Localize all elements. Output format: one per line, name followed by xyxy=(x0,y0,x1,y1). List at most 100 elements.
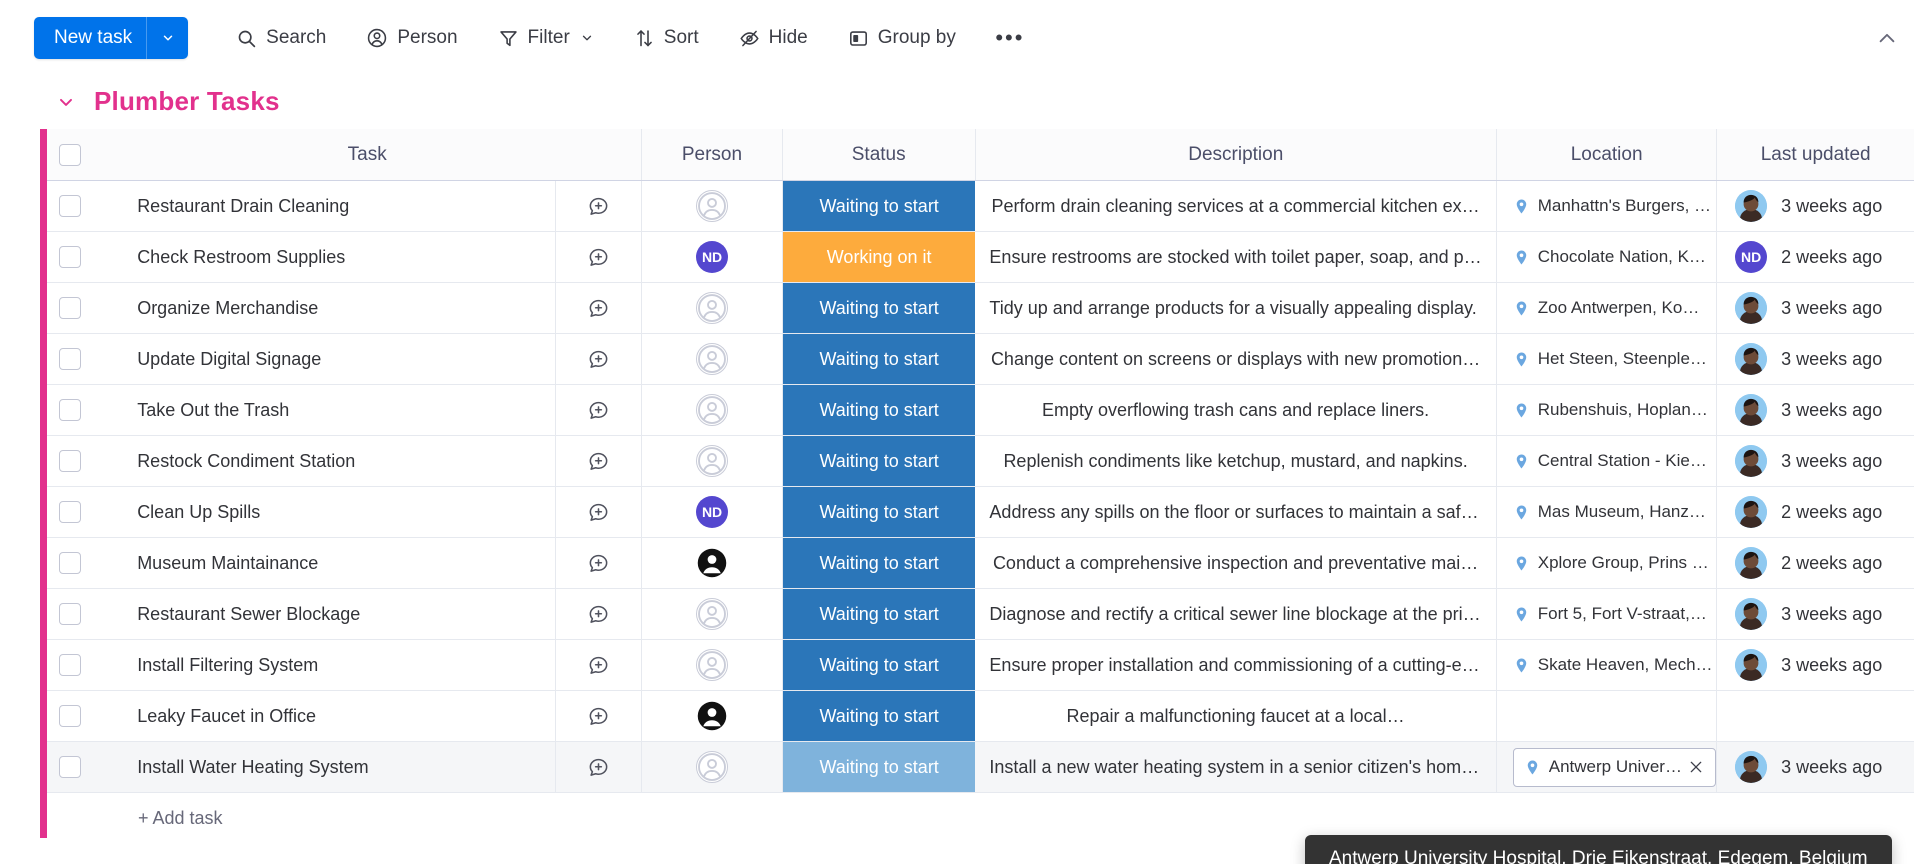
row-checkbox[interactable] xyxy=(59,246,82,268)
description-cell[interactable]: Empty overflowing trash cans and replace… xyxy=(975,385,1497,435)
status-value[interactable]: Working on it xyxy=(782,232,976,282)
person-button[interactable]: Person xyxy=(354,18,469,58)
status-cell[interactable]: Waiting to start xyxy=(782,691,976,741)
status-cell[interactable]: Waiting to start xyxy=(782,640,976,690)
table-row[interactable]: Leaky Faucet in Office Waiting to start Re… xyxy=(47,691,1914,742)
avatar[interactable] xyxy=(696,394,729,426)
description-cell[interactable]: Diagnose and rectify a critical sewer li… xyxy=(975,589,1497,639)
description-cell[interactable]: Ensure restrooms are stocked with toilet… xyxy=(975,232,1497,282)
table-row[interactable]: Update Digital Signage Waiting to start Ch… xyxy=(47,334,1914,385)
avatar[interactable] xyxy=(1735,292,1768,324)
search-button[interactable]: Search xyxy=(224,18,338,58)
location-cell[interactable]: Antwerp University xyxy=(1497,742,1718,792)
location-value-wrapper[interactable]: Xplore Group, Prins … xyxy=(1513,553,1716,573)
status-cell[interactable]: Working on it xyxy=(782,232,976,282)
status-cell[interactable]: Waiting to start xyxy=(782,487,976,537)
add-update-cell[interactable] xyxy=(556,487,643,537)
avatar[interactable] xyxy=(1735,547,1768,579)
add-update-cell[interactable] xyxy=(556,742,643,792)
location-cell[interactable]: Chocolate Nation, K… xyxy=(1497,232,1718,282)
new-task-button[interactable]: New task xyxy=(34,17,189,59)
location-cell[interactable]: Het Steen, Steenple… xyxy=(1497,334,1718,384)
add-update-cell[interactable] xyxy=(556,283,643,333)
task-name-cell[interactable]: Restaurant Sewer Blockage xyxy=(93,589,556,639)
table-row[interactable]: Organize Merchandise Waiting to start Tidy… xyxy=(47,283,1914,334)
row-checkbox[interactable] xyxy=(59,552,82,574)
description-cell[interactable]: Tidy up and arrange products for a visua… xyxy=(975,283,1497,333)
status-value[interactable]: Waiting to start xyxy=(782,487,976,537)
row-checkbox[interactable] xyxy=(59,297,82,319)
status-cell[interactable]: Waiting to start xyxy=(782,538,976,588)
row-checkbox[interactable] xyxy=(59,195,82,217)
avatar[interactable] xyxy=(696,649,729,681)
add-update-cell[interactable] xyxy=(556,334,643,384)
person-cell[interactable] xyxy=(642,334,783,384)
status-cell[interactable]: Waiting to start xyxy=(782,181,976,231)
avatar[interactable] xyxy=(1735,649,1768,681)
table-row[interactable]: Take Out the Trash Waiting to start Empty … xyxy=(47,385,1914,436)
column-header-description[interactable]: Description xyxy=(975,129,1497,180)
status-cell[interactable]: Waiting to start xyxy=(782,385,976,435)
chevron-down-icon[interactable] xyxy=(580,31,594,45)
description-cell[interactable]: Address any spills on the floor or surfa… xyxy=(975,487,1497,537)
row-checkbox[interactable] xyxy=(59,501,82,523)
task-name-cell[interactable]: Install Filtering System xyxy=(93,640,556,690)
description-cell[interactable]: Conduct a comprehensive inspection and p… xyxy=(975,538,1497,588)
location-cell[interactable]: Zoo Antwerpen, Ko… xyxy=(1497,283,1718,333)
row-checkbox[interactable] xyxy=(59,603,82,625)
add-task-label[interactable]: + Add task xyxy=(94,808,223,829)
location-cell[interactable]: Mas Museum, Hanz… xyxy=(1497,487,1718,537)
status-value[interactable]: Waiting to start xyxy=(782,691,976,741)
filter-button[interactable]: Filter xyxy=(486,18,606,58)
task-name-cell[interactable]: Restaurant Drain Cleaning xyxy=(93,181,556,231)
table-row[interactable]: Restaurant Drain Cleaning Waiting to star… xyxy=(47,181,1914,232)
avatar[interactable] xyxy=(696,292,729,324)
table-row[interactable]: Install Water Heating System Waiting to s… xyxy=(47,742,1914,793)
description-cell[interactable]: Repair a malfunctioning faucet at a loca… xyxy=(975,691,1497,741)
avatar[interactable] xyxy=(696,598,729,630)
task-name-cell[interactable]: Restock Condiment Station xyxy=(93,436,556,486)
location-cell[interactable]: Xplore Group, Prins … xyxy=(1497,538,1718,588)
location-value-wrapper[interactable]: Central Station - Kie… xyxy=(1513,451,1716,471)
task-name-cell[interactable]: Organize Merchandise xyxy=(93,283,556,333)
location-value-wrapper[interactable]: Fort 5, Fort V-straat,… xyxy=(1513,604,1716,624)
status-cell[interactable]: Waiting to start xyxy=(782,589,976,639)
task-name-cell[interactable]: Clean Up Spills xyxy=(93,487,556,537)
avatar[interactable] xyxy=(1735,496,1768,528)
person-cell[interactable] xyxy=(642,436,783,486)
table-row[interactable]: Install Filtering System Waiting to start… xyxy=(47,640,1914,691)
description-cell[interactable]: Install a new water heating system in a … xyxy=(975,742,1497,792)
status-value[interactable]: Waiting to start xyxy=(782,283,976,333)
location-cell[interactable] xyxy=(1497,691,1718,741)
status-cell[interactable]: Waiting to start xyxy=(782,436,976,486)
column-header-last-updated[interactable]: Last updated xyxy=(1717,129,1914,180)
avatar[interactable] xyxy=(1735,394,1768,426)
person-cell[interactable]: ND xyxy=(642,232,783,282)
status-value[interactable]: Waiting to start xyxy=(782,436,976,486)
avatar[interactable] xyxy=(696,445,729,477)
row-checkbox[interactable] xyxy=(59,348,82,370)
row-checkbox[interactable] xyxy=(59,705,82,727)
location-value-wrapper[interactable]: Het Steen, Steenple… xyxy=(1513,349,1716,369)
avatar[interactable] xyxy=(1735,343,1768,375)
task-name-cell[interactable]: Leaky Faucet in Office xyxy=(93,691,556,741)
task-name-cell[interactable]: Update Digital Signage xyxy=(93,334,556,384)
table-row[interactable]: Restaurant Sewer Blockage Waiting to star… xyxy=(47,589,1914,640)
add-update-cell[interactable] xyxy=(556,436,643,486)
person-cell[interactable] xyxy=(642,742,783,792)
column-header-status[interactable]: Status xyxy=(782,129,976,180)
avatar[interactable] xyxy=(1735,751,1768,783)
person-cell[interactable]: ND xyxy=(642,487,783,537)
location-value-wrapper[interactable]: Rubenshuis, Hoplan… xyxy=(1513,400,1716,420)
avatar[interactable]: ND xyxy=(696,241,729,273)
location-value-wrapper[interactable]: Mas Museum, Hanz… xyxy=(1513,502,1716,522)
group-by-button[interactable]: Group by xyxy=(836,18,968,58)
status-value[interactable]: Waiting to start xyxy=(782,538,976,588)
location-cell[interactable]: Fort 5, Fort V-straat,… xyxy=(1497,589,1718,639)
column-header-person[interactable]: Person xyxy=(642,129,783,180)
status-value[interactable]: Waiting to start xyxy=(782,181,976,231)
avatar[interactable] xyxy=(1735,190,1768,222)
person-cell[interactable] xyxy=(642,589,783,639)
description-cell[interactable]: Replenish condiments like ketchup, musta… xyxy=(975,436,1497,486)
status-value[interactable]: Waiting to start xyxy=(782,589,976,639)
